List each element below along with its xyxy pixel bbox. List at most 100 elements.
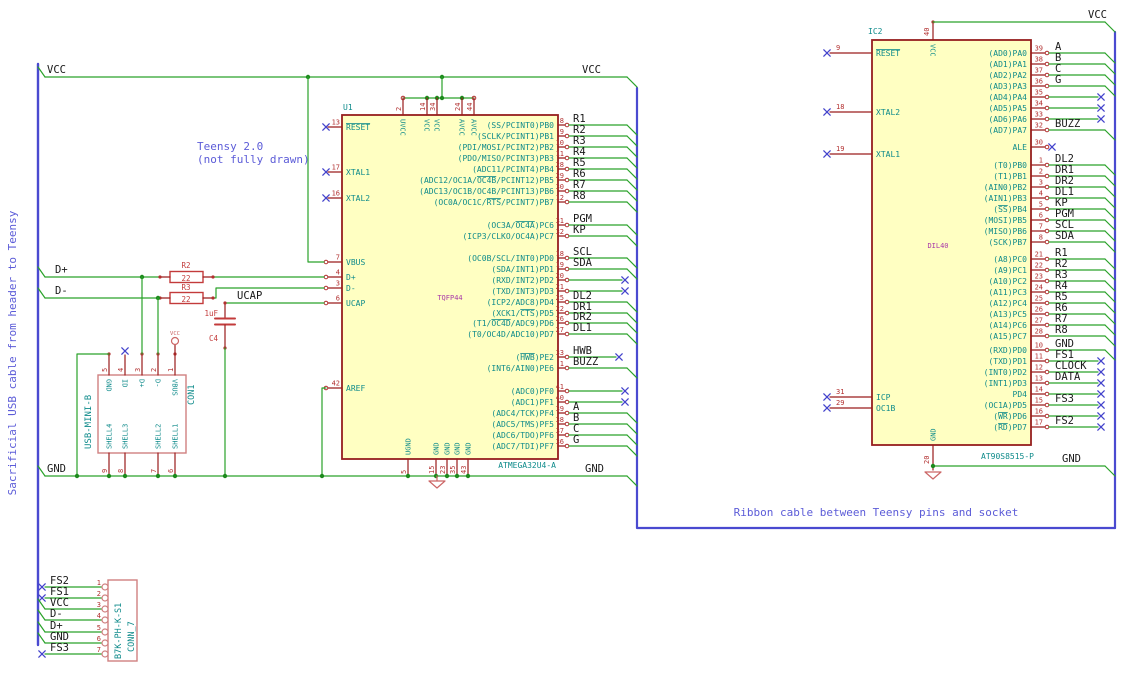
- pin-end-circle: [564, 310, 570, 316]
- pin-number: 26: [556, 315, 564, 323]
- net-label: FS3: [1055, 393, 1074, 405]
- pin-name: SHELL2: [155, 424, 163, 449]
- junction-dot: [172, 473, 178, 479]
- bus-entry: [626, 333, 638, 345]
- pin-number: 37: [1035, 67, 1043, 75]
- pin-name: (A15)PC7: [988, 332, 1027, 341]
- pin-name: GND: [105, 379, 113, 392]
- pin-end-circle: [323, 300, 329, 306]
- pin-end-circle: [564, 399, 570, 405]
- bus-entry: [626, 201, 638, 213]
- pin-number: 39: [1035, 45, 1043, 53]
- pin-end-circle: [1044, 256, 1050, 262]
- pin-end-circle: [1044, 347, 1050, 353]
- pin-end-circle: [1044, 322, 1050, 328]
- bus-entry: [626, 445, 638, 457]
- bus-entry: [626, 235, 638, 247]
- pin-name: VCC: [423, 119, 431, 132]
- pin-number: 14: [419, 103, 427, 111]
- pin-end-circle: [1044, 267, 1050, 273]
- pin-number: 6: [97, 635, 101, 643]
- pin-number: 22: [556, 305, 564, 313]
- bus-entry: [1104, 280, 1116, 292]
- bus-entry: [626, 268, 638, 280]
- dminus-net-label: D-: [55, 285, 68, 297]
- pin-end-circle: [1044, 239, 1050, 245]
- pin-number: 23: [439, 466, 447, 474]
- pin-number: 34: [429, 103, 437, 111]
- pin-name: GND: [465, 442, 473, 455]
- pin-number: 6: [1039, 212, 1043, 220]
- pin-name: (SS)PB4: [993, 205, 1027, 214]
- bus-entry: [626, 76, 638, 88]
- pin-end-circle: [1044, 289, 1050, 295]
- gnd-net-label: GND: [1062, 453, 1081, 465]
- net-label: D-: [50, 608, 63, 620]
- r2-value: 22: [181, 274, 190, 283]
- pin-number: 31: [836, 388, 844, 396]
- pin-number: 36: [556, 438, 564, 446]
- bus-entry: [1104, 349, 1116, 361]
- pin-end-circle: [1044, 116, 1050, 122]
- net-label: BUZZ: [573, 356, 598, 368]
- pin-name: (OC0B/SCL/INT0)PD0: [467, 254, 554, 263]
- pin-number: 23: [1035, 273, 1043, 281]
- pin-name: (A14)PC6: [988, 321, 1027, 330]
- pin-name: SHELL3: [122, 424, 130, 449]
- pin-name: XTAL2: [346, 194, 370, 203]
- pin-end-circle: [564, 188, 570, 194]
- bus-entry: [626, 190, 638, 202]
- pin-number: 27: [556, 326, 564, 334]
- pin-end-circle: [564, 354, 570, 360]
- pin-number: 29: [556, 172, 564, 180]
- pin-name: (OC3A/OC4A)PC6: [487, 221, 555, 230]
- net-label: SDA: [573, 257, 593, 269]
- pin-end-circle: [1044, 217, 1050, 223]
- pin-number: 42: [332, 380, 340, 388]
- bus-entry: [626, 135, 638, 147]
- ribbon-cable-note: Ribbon cable between Teensy pins and soc…: [734, 506, 1019, 519]
- pin-number: 2: [97, 590, 101, 598]
- pin-name: (RXD/INT2)PD2: [491, 276, 554, 285]
- pin-name: (HWB)PE2: [515, 353, 554, 362]
- pin-number: 4: [336, 269, 340, 277]
- pin-end-circle: [564, 166, 570, 172]
- bus-entry: [1104, 197, 1116, 209]
- junction-dot: [405, 473, 411, 479]
- pin-name: D+: [346, 273, 356, 282]
- pin-number: 8: [1039, 234, 1043, 242]
- pin-name: ID: [121, 379, 129, 387]
- vcc-net-label: VCC: [47, 64, 66, 76]
- pin-end-circle: [1044, 391, 1050, 397]
- pin-number: 20: [556, 272, 564, 280]
- pin-name: (ICP2/ADC8)PD4: [487, 298, 555, 307]
- junction-dot: [122, 473, 128, 479]
- pin-end-circle: [1044, 184, 1050, 190]
- pin-end-circle: [564, 432, 570, 438]
- aref-wire: [321, 387, 327, 477]
- pin-number: 13: [332, 119, 340, 127]
- pin-name: (ADC1)PF1: [511, 398, 555, 407]
- bus-entry: [626, 124, 638, 136]
- pin-end-circle: [564, 410, 570, 416]
- pin-end-circle: [564, 122, 570, 128]
- pin-name: XTAL1: [876, 150, 900, 159]
- gnd-net-label: GND: [585, 463, 604, 475]
- pin-number: 15: [428, 466, 436, 474]
- pin-name: (ADC11/PCINT4)PB4: [472, 165, 554, 174]
- pin-number: 35: [1035, 89, 1043, 97]
- pin-number: 8: [117, 469, 125, 473]
- r2-reference: R2: [181, 261, 190, 270]
- pin-name: (AD6)PA6: [988, 115, 1027, 124]
- pin-number: 4: [97, 612, 101, 620]
- conn7-pin-circle: [101, 583, 109, 591]
- pin-name: (ADC4/TCK)PF4: [491, 409, 554, 418]
- bus-entry: [626, 423, 638, 435]
- pin-number: 24: [454, 103, 462, 111]
- bus-entry: [626, 146, 638, 158]
- bus-entry: [626, 257, 638, 269]
- net-label: G: [573, 434, 579, 446]
- pin-end-circle: [564, 365, 570, 371]
- conn7-pin-circle: [101, 594, 109, 602]
- pin-name: (T1)PB1: [993, 172, 1027, 181]
